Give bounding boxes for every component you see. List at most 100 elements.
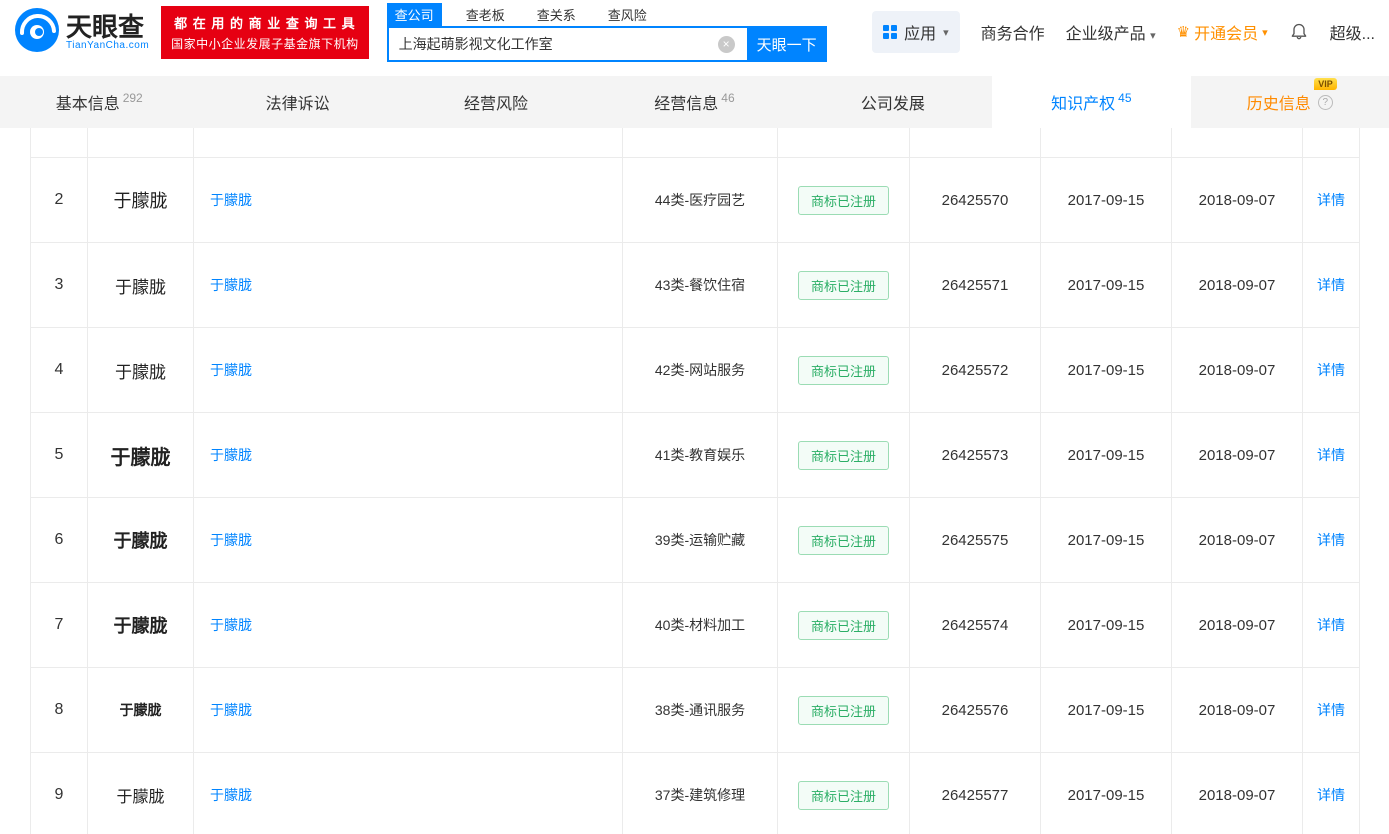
status-cell: 商标已注册 xyxy=(778,328,910,412)
detail-link[interactable]: 详情 xyxy=(1317,445,1345,465)
table-row: 3 于朦胧 于朦胧 43类-餐饮住宿 商标已注册 26425571 2017-0… xyxy=(31,243,1360,328)
trademark-name-link[interactable]: 于朦胧 xyxy=(210,700,252,720)
trademark-image-text: 于朦胧 xyxy=(119,704,162,719)
menu-super-vip[interactable]: 超级... xyxy=(1330,20,1375,44)
trademark-category: 43类-餐饮住宿 xyxy=(623,243,778,327)
promo-line1: 都 在 用 的 商 业 查 询 工 具 xyxy=(174,15,356,31)
open-membership-menu[interactable]: ♛ 开通会员 ▾ xyxy=(1177,20,1268,44)
trademark-image-text: 于朦胧 xyxy=(116,789,165,806)
menu-business-cooperation[interactable]: 商务合作 xyxy=(981,20,1045,44)
detail-cell: 详情 xyxy=(1303,243,1360,327)
trademark-name-cell: 于朦胧 xyxy=(194,498,623,582)
trademark-name-link[interactable]: 于朦胧 xyxy=(210,190,252,210)
tab-basic-info[interactable]: 基本信息 292 xyxy=(0,76,198,128)
application-date: 2017-09-15 xyxy=(1041,328,1172,412)
status-cell: 商标已注册 xyxy=(778,158,910,242)
trademark-table: 2 于朦胧 于朦胧 44类-医疗园艺 商标已注册 26425570 2017-0… xyxy=(30,128,1360,834)
detail-link[interactable]: 详情 xyxy=(1317,615,1345,635)
detail-link[interactable]: 详情 xyxy=(1317,360,1345,380)
detail-link[interactable]: 详情 xyxy=(1317,700,1345,720)
search-button[interactable]: 天眼一下 xyxy=(746,26,827,62)
tab-label: 经营风险 xyxy=(464,96,529,113)
trademark-table-body: 2 于朦胧 于朦胧 44类-医疗园艺 商标已注册 26425570 2017-0… xyxy=(31,158,1360,834)
trademark-category: 37类-建筑修理 xyxy=(623,753,778,834)
top-header: 天眼查 TianYanCha.com 都 在 用 的 商 业 查 询 工 具 国… xyxy=(0,0,1389,64)
row-index: 2 xyxy=(31,158,88,242)
tab-label: 历史信息 xyxy=(1246,96,1311,113)
promo-line2: 国家中小企业发展子基金旗下机构 xyxy=(171,36,359,51)
trademark-name-link[interactable]: 于朦胧 xyxy=(210,615,252,635)
trademark-category: 42类-网站服务 xyxy=(623,328,778,412)
detail-link[interactable]: 详情 xyxy=(1317,530,1345,550)
tianyancha-logo-icon xyxy=(14,7,60,58)
detail-link[interactable]: 详情 xyxy=(1317,785,1345,805)
detail-link[interactable]: 详情 xyxy=(1317,190,1345,210)
trademark-category: 39类-运输贮藏 xyxy=(623,498,778,582)
tab-count: 45 xyxy=(1118,91,1132,105)
trademark-name-link[interactable]: 于朦胧 xyxy=(210,530,252,550)
tab-operating-info[interactable]: 经营信息 46 xyxy=(595,76,793,128)
status-badge: 商标已注册 xyxy=(797,780,889,810)
status-badge: 商标已注册 xyxy=(797,355,889,385)
trademark-image-text: 于朦胧 xyxy=(115,277,166,297)
detail-cell: 详情 xyxy=(1303,328,1360,412)
status-badge: 商标已注册 xyxy=(797,270,889,300)
trademark-image-text: 于朦胧 xyxy=(113,531,168,551)
crown-icon: ♛ xyxy=(1176,24,1191,41)
trademark-name-link[interactable]: 于朦胧 xyxy=(210,785,252,805)
registration-number: 26425572 xyxy=(910,328,1041,412)
tab-intellectual-property[interactable]: 知识产权 45 xyxy=(992,76,1191,128)
chevron-down-icon: ▾ xyxy=(1262,26,1268,39)
search-tab-boss[interactable]: 查老板 xyxy=(458,3,513,26)
trademark-image-cell: 于朦胧 xyxy=(88,328,194,412)
help-icon[interactable]: ? xyxy=(1317,94,1333,110)
registration-number: 26425575 xyxy=(910,498,1041,582)
application-date: 2017-09-15 xyxy=(1041,583,1172,667)
search-tab-company[interactable]: 查公司 xyxy=(386,2,442,26)
application-date: 2017-09-15 xyxy=(1041,668,1172,752)
membership-label: 开通会员 xyxy=(1194,26,1259,43)
status-badge: 商标已注册 xyxy=(797,440,889,470)
notification-bell-icon[interactable] xyxy=(1289,22,1309,42)
status-cell: 商标已注册 xyxy=(778,668,910,752)
tab-count: 292 xyxy=(122,91,143,105)
trademark-image-cell: 于朦胧 xyxy=(88,668,194,752)
trademark-name-cell: 于朦胧 xyxy=(194,668,623,752)
registration-date: 2018-09-07 xyxy=(1172,243,1303,327)
chevron-down-icon: ▾ xyxy=(943,26,949,39)
tab-label: 公司发展 xyxy=(860,96,925,113)
row-index: 3 xyxy=(31,243,88,327)
search-input[interactable] xyxy=(386,26,747,62)
trademark-image-cell: 于朦胧 xyxy=(88,243,194,327)
trademark-name-link[interactable]: 于朦胧 xyxy=(210,360,252,380)
tab-operating-risk[interactable]: 经营风险 xyxy=(397,76,595,128)
application-date: 2017-09-15 xyxy=(1041,753,1172,834)
tab-count: 46 xyxy=(721,91,735,105)
status-cell: 商标已注册 xyxy=(778,413,910,497)
tab-company-development[interactable]: 公司发展 xyxy=(794,76,992,128)
search-tab-risk[interactable]: 查风险 xyxy=(600,3,655,26)
search-tabs: 查公司 查老板 查关系 查风险 xyxy=(386,2,827,26)
detail-cell: 详情 xyxy=(1303,498,1360,582)
tab-history-info[interactable]: 历史信息 VIP ? xyxy=(1191,76,1389,128)
row-index: 9 xyxy=(31,753,88,834)
trademark-name-link[interactable]: 于朦胧 xyxy=(210,275,252,295)
status-badge: 商标已注册 xyxy=(797,695,889,725)
status-badge: 商标已注册 xyxy=(797,185,889,215)
search-tab-relation[interactable]: 查关系 xyxy=(529,3,584,26)
menu-enterprise-products[interactable]: 企业级产品 ▾ xyxy=(1066,20,1156,44)
registration-date: 2018-09-07 xyxy=(1172,413,1303,497)
apps-menu[interactable]: 应用 ▾ xyxy=(872,11,960,53)
trademark-name-link[interactable]: 于朦胧 xyxy=(210,445,252,465)
tianyancha-logo[interactable]: 天眼查 TianYanCha.com xyxy=(14,7,149,58)
trademark-category: 38类-通讯服务 xyxy=(623,668,778,752)
application-date: 2017-09-15 xyxy=(1041,413,1172,497)
status-cell: 商标已注册 xyxy=(778,583,910,667)
table-row: 2 于朦胧 于朦胧 44类-医疗园艺 商标已注册 26425570 2017-0… xyxy=(31,158,1360,243)
detail-link[interactable]: 详情 xyxy=(1317,275,1345,295)
chevron-down-icon: ▾ xyxy=(1150,30,1156,42)
tab-legal-proceedings[interactable]: 法律诉讼 xyxy=(198,76,396,128)
row-index: 4 xyxy=(31,328,88,412)
tab-label: 基本信息 xyxy=(55,96,120,113)
clear-search-icon[interactable]: × xyxy=(717,36,735,53)
